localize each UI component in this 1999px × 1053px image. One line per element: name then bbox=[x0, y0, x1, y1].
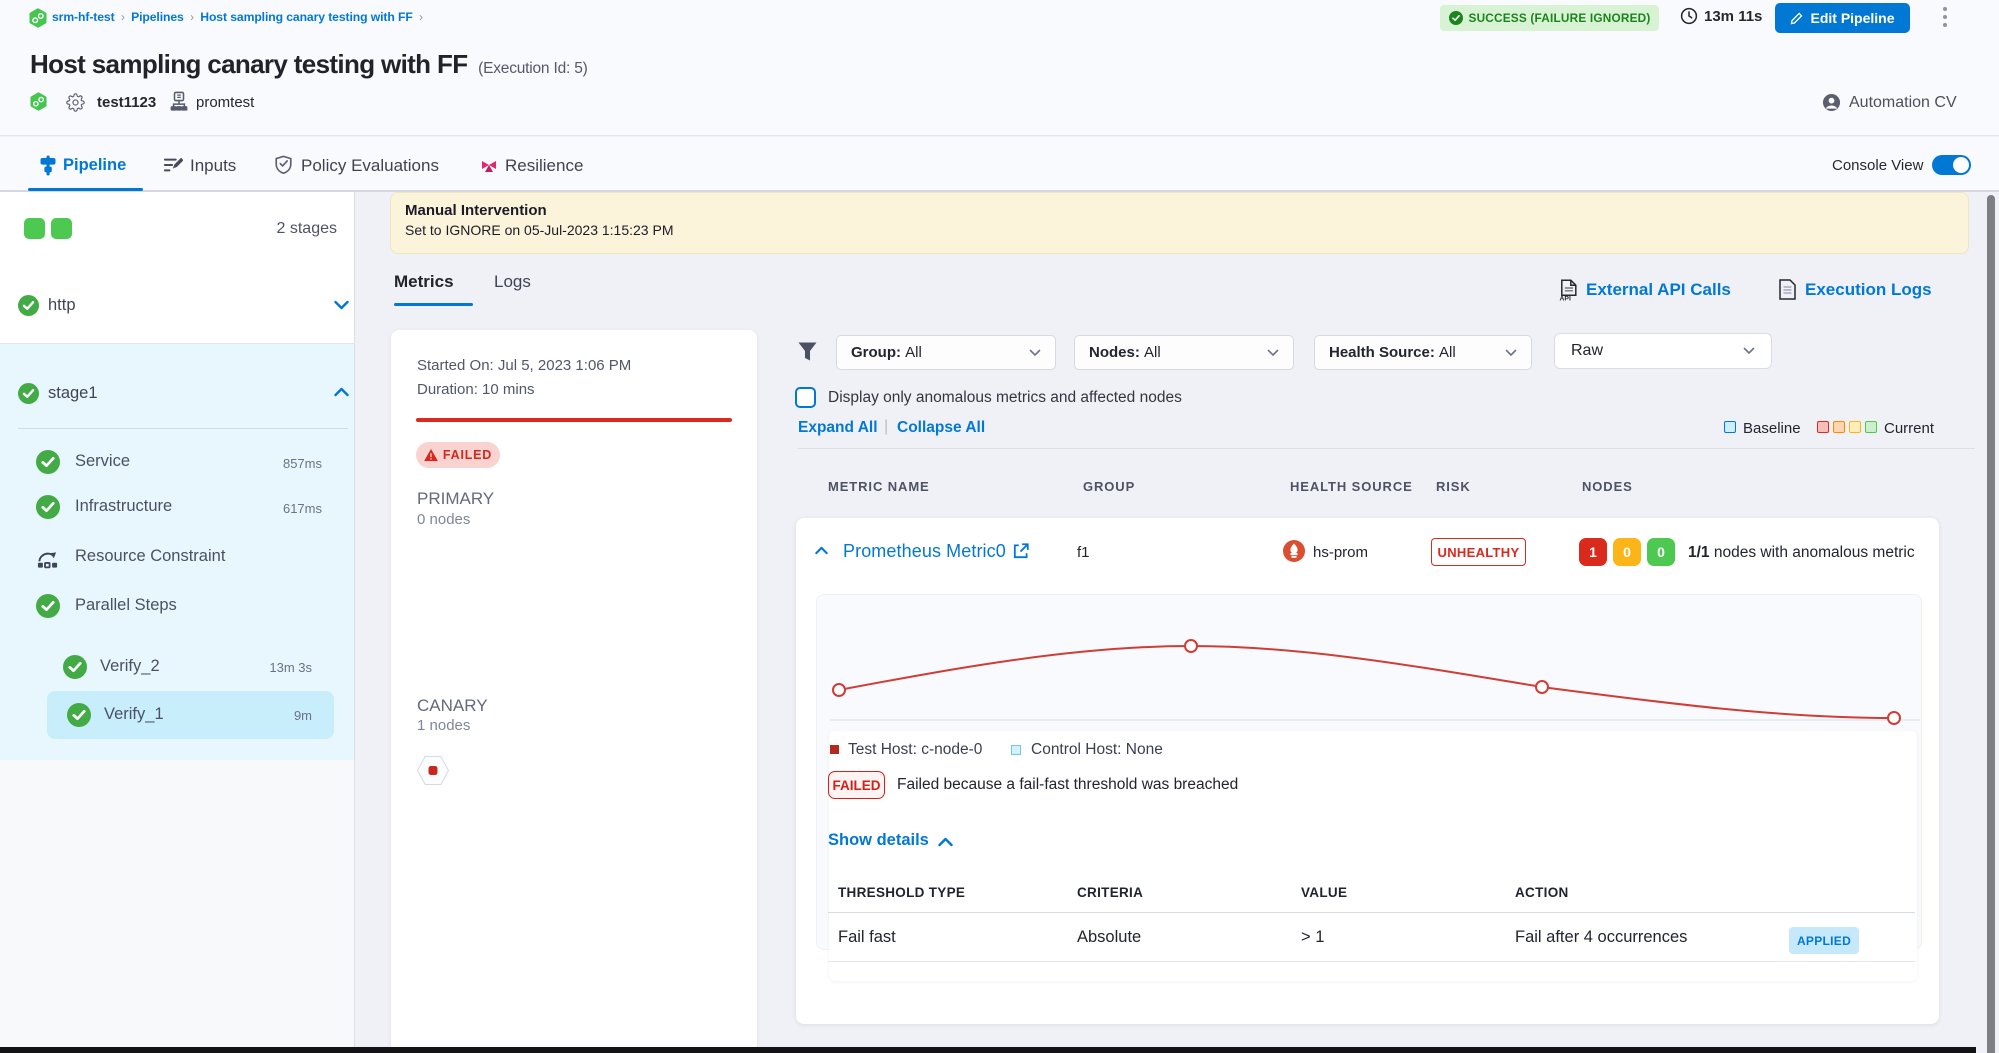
svg-text:API: API bbox=[1560, 296, 1571, 302]
